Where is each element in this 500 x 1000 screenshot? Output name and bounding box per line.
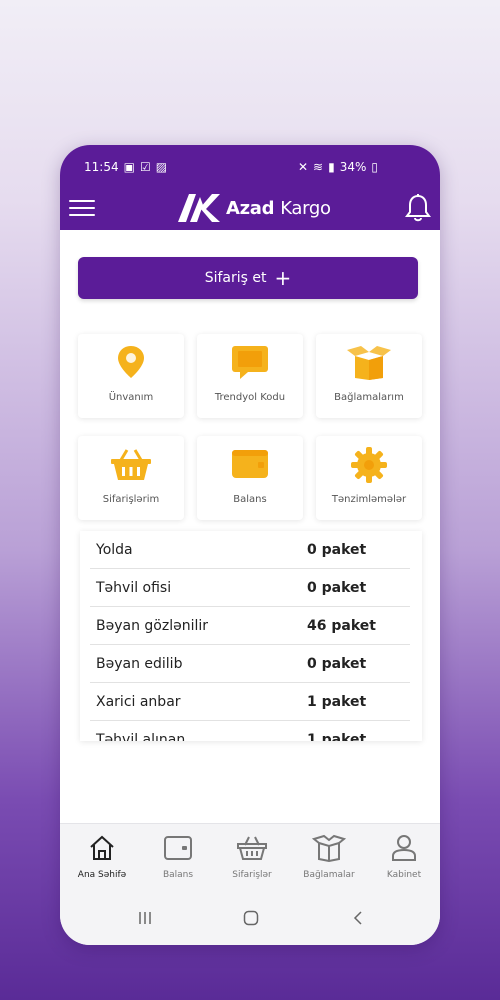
battery-icon: ▯	[371, 160, 378, 174]
stat-row-on-the-way[interactable]: Yolda 0 paket	[90, 531, 410, 569]
nav-home[interactable]: Ana Səhifə	[67, 832, 137, 880]
status-right: ✕ ≋ ▮ 34% ▯	[298, 160, 378, 174]
nav-balance-label: Balans	[162, 870, 194, 880]
stat-label: Təhvil ofisi	[96, 580, 172, 596]
phone-screen: 11:54 ▣ ☑ ▨ ✕ ≋ ▮ 34% ▯ Azad Kargo Sifar…	[60, 145, 440, 945]
status-time: 11:54	[84, 160, 119, 174]
signal-icon: ▮	[328, 160, 335, 174]
stat-value: 0 paket	[307, 580, 367, 596]
nav-orders[interactable]: Sifarişlər	[217, 832, 287, 880]
brand-name: Azad Kargo	[226, 198, 331, 219]
package-stats-card: Yolda 0 paket Təhvil ofisi 0 paket Bəyan…	[80, 531, 422, 741]
plus-icon: +	[274, 266, 292, 290]
tile-trendyol-code[interactable]: Trendyol Kodu	[197, 334, 303, 418]
open-box-icon	[347, 346, 391, 380]
battery-percent: 34%	[339, 160, 367, 174]
system-nav-bar	[60, 889, 440, 945]
status-left: 11:54 ▣ ☑ ▨	[84, 160, 167, 174]
home-icon	[90, 835, 114, 860]
stat-value: 1 paket	[307, 732, 367, 741]
check-icon: ☑	[139, 160, 151, 174]
stat-row-foreign-warehouse[interactable]: Xarici anbar 1 paket	[90, 683, 410, 721]
nav-profile-label: Kabinet	[386, 870, 422, 880]
create-order-button[interactable]: Sifariş et +	[78, 257, 418, 299]
bell-icon[interactable]	[404, 193, 432, 223]
basket-icon	[111, 449, 151, 480]
brand-name-light: Kargo	[280, 197, 331, 219]
nav-profile[interactable]: Kabinet	[369, 832, 439, 880]
location-pin-icon	[118, 346, 144, 378]
image-icon: ▣	[123, 160, 135, 174]
stat-row-delivery-office[interactable]: Təhvil ofisi 0 paket	[90, 569, 410, 607]
nav-home-label: Ana Səhifə	[77, 870, 127, 880]
tile-packages-label: Bağlamalarım	[334, 392, 404, 403]
logo-mark-icon	[178, 194, 220, 222]
tile-my-orders-label: Sifarişlərim	[102, 494, 160, 505]
stat-value: 1 paket	[307, 694, 367, 710]
tile-address-label: Ünvanım	[108, 392, 154, 403]
nav-packages[interactable]: Bağlamalar	[294, 832, 364, 880]
menu-icon[interactable]	[69, 195, 95, 217]
tile-my-orders[interactable]: Sifarişlərim	[78, 436, 184, 520]
status-bar: 11:54 ▣ ☑ ▨ ✕ ≋ ▮ 34% ▯	[60, 145, 440, 185]
create-order-label: Sifariş et	[204, 270, 267, 286]
stat-label: Yolda	[96, 542, 133, 558]
tile-settings[interactable]: Tənzimləmələr	[316, 436, 422, 520]
stat-label: Bəyan edilib	[96, 656, 183, 672]
tile-balance[interactable]: Balans	[197, 436, 303, 520]
gear-icon	[351, 447, 387, 483]
home-button-icon[interactable]	[243, 910, 259, 926]
stat-value: 46 paket	[307, 618, 376, 634]
mute-icon: ✕	[297, 160, 309, 174]
gallery-icon: ▨	[155, 160, 168, 174]
wifi-icon: ≋	[313, 160, 324, 174]
tile-packages[interactable]: Bağlamalarım	[316, 334, 422, 418]
tile-address[interactable]: Ünvanım	[78, 334, 184, 418]
tile-balance-label: Balans	[233, 494, 267, 505]
chat-bubble-icon	[232, 346, 268, 379]
wallet-icon	[232, 450, 268, 478]
bottom-nav: Ana Səhifə Balans Sifarişlər Bağlamalar …	[60, 823, 440, 890]
wallet-icon	[164, 836, 192, 860]
stat-row-declared[interactable]: Bəyan edilib 0 paket	[90, 645, 410, 683]
box-icon	[312, 834, 346, 862]
recent-apps-icon[interactable]	[138, 911, 152, 925]
stat-row-received[interactable]: Təhvil alınan 1 paket	[90, 721, 410, 741]
tile-settings-label: Tənzimləmələr	[331, 494, 407, 505]
back-icon[interactable]	[352, 911, 364, 925]
user-icon	[392, 835, 416, 861]
nav-orders-label: Sifarişlər	[232, 870, 272, 880]
brand-name-bold: Azad	[226, 197, 275, 219]
stat-label: Təhvil alınan	[96, 732, 186, 741]
app-bar: Azad Kargo	[60, 185, 440, 230]
nav-balance[interactable]: Balans	[143, 832, 213, 880]
stat-value: 0 paket	[307, 656, 367, 672]
stat-row-awaiting-declaration[interactable]: Bəyan gözlənilir 46 paket	[90, 607, 410, 645]
stat-label: Xarici anbar	[96, 694, 181, 710]
brand-logo: Azad Kargo	[178, 194, 331, 222]
stat-value: 0 paket	[307, 542, 367, 558]
basket-icon	[237, 836, 267, 860]
tile-trendyol-code-label: Trendyol Kodu	[214, 392, 286, 403]
stat-label: Bəyan gözlənilir	[96, 618, 209, 634]
nav-packages-label: Bağlamalar	[303, 870, 355, 880]
